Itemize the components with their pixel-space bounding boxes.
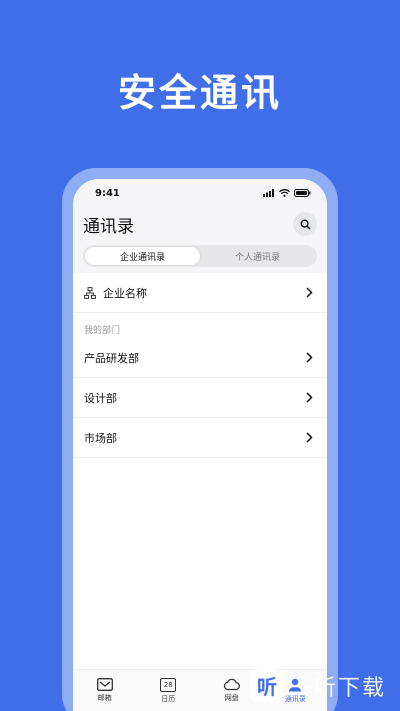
calendar-icon: 28: [160, 677, 177, 692]
headline: 安全通讯: [117, 71, 282, 115]
my-departments-label: 我的部门: [84, 326, 121, 336]
contacts-segmented-control: 企业通讯录 个人通讯录: [83, 245, 317, 267]
department-name: 设计部: [84, 391, 117, 405]
tab-drive-label: 网盘: [224, 694, 239, 702]
watermark-text: 一听下载: [290, 675, 387, 701]
department-name: 产品研发部: [84, 351, 139, 365]
phone-screen: 9:41 通讯录 企业通讯录 个人通讯录 企业名称 我的部门 产品研发部 设计部…: [73, 179, 327, 711]
search-button[interactable]: [293, 212, 317, 236]
page-title: 通讯录: [83, 216, 134, 237]
wifi-icon: [279, 189, 290, 197]
company-row[interactable]: 企业名称: [73, 273, 327, 313]
chevron-right-icon: [306, 432, 313, 443]
department-row[interactable]: 市场部: [73, 418, 327, 458]
company-name-label: 企业名称: [103, 286, 147, 300]
org-chart-icon: [84, 286, 96, 299]
watermark-logo: 听: [250, 668, 284, 703]
tab-mail-label: 邮箱: [97, 694, 112, 702]
header-area: 通讯录 企业通讯录 个人通讯录: [73, 207, 327, 273]
mail-icon: [96, 678, 113, 691]
status-time: 9:41: [95, 187, 120, 199]
search-icon: [299, 218, 311, 230]
tab-mail[interactable]: 邮箱: [73, 670, 137, 711]
tab-enterprise-contacts[interactable]: 企业通讯录: [85, 247, 200, 265]
battery-icon: [294, 189, 311, 197]
status-icons: [263, 189, 311, 197]
chevron-right-icon: [306, 287, 313, 298]
department-row[interactable]: 设计部: [73, 378, 327, 418]
tab-personal-contacts[interactable]: 个人通讯录: [200, 247, 315, 265]
chevron-right-icon: [306, 392, 313, 403]
title-row: 通讯录: [83, 207, 317, 241]
watermark: 听 一听下载: [250, 660, 400, 711]
department-row[interactable]: 产品研发部: [73, 338, 327, 378]
tab-calendar[interactable]: 28 日历: [137, 670, 201, 711]
chevron-right-icon: [306, 352, 313, 363]
status-bar: 9:41: [73, 179, 327, 207]
cloud-icon: [223, 678, 240, 691]
tab-calendar-label: 日历: [161, 694, 176, 703]
signal-icon: [263, 189, 274, 197]
department-name: 市场部: [84, 431, 117, 445]
